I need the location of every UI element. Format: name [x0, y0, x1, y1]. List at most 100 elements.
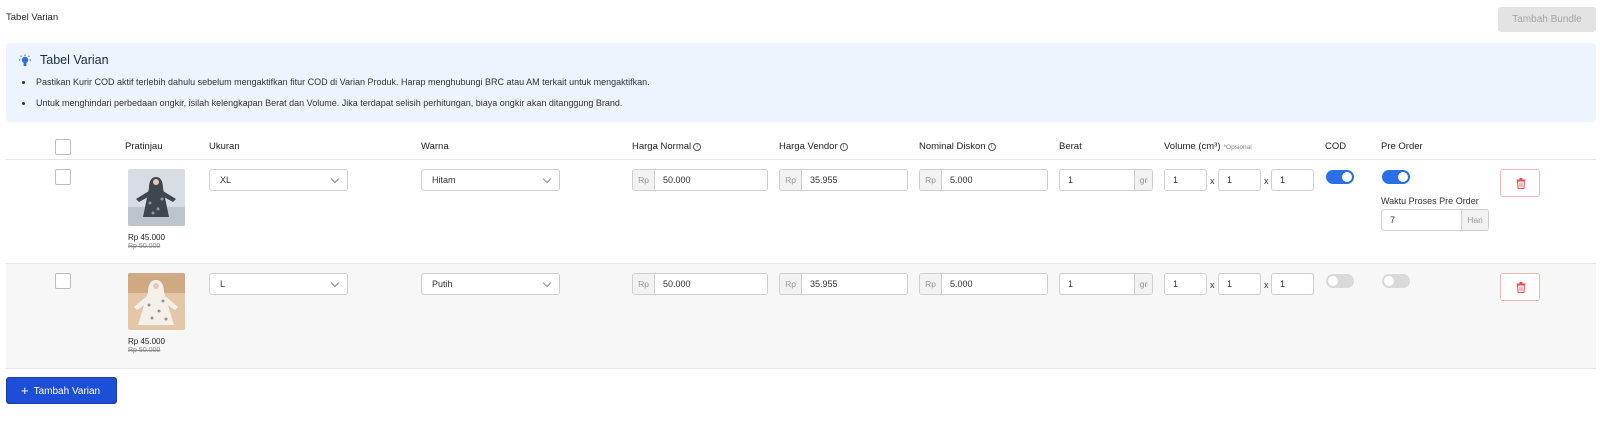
weight-unit: gr: [1134, 274, 1152, 294]
info-bullet: Untuk menghindari perbedaan ongkir, isil…: [22, 98, 650, 119]
table-header: Pratinjau Ukuran Warna Harga Normal i Har…: [6, 134, 1596, 160]
width-input[interactable]: 1: [1218, 169, 1261, 191]
column-header-size: Ukuran: [209, 141, 240, 152]
size-select-value: XL: [220, 175, 232, 185]
currency-prefix: Rp: [780, 170, 802, 190]
add-variant-label: Tambah Varian: [33, 386, 101, 397]
pre-order-days-unit: Hari: [1462, 210, 1488, 230]
discount-input[interactable]: Rp 5.000: [919, 169, 1048, 191]
weight-value[interactable]: 1: [1060, 274, 1134, 294]
column-header-discount: Nominal Diskon i: [919, 141, 996, 152]
dimension-separator: x: [1210, 280, 1215, 290]
vendor-price-input[interactable]: Rp 35.955: [779, 169, 908, 191]
column-header-volume: Volume (cm³) *Opsional: [1164, 141, 1252, 152]
add-variant-button[interactable]: + Tambah Varian: [6, 377, 117, 404]
trash-icon: [1516, 282, 1526, 293]
normal-price-input[interactable]: Rp 50.000: [632, 273, 768, 295]
variant-price: Rp 45.000: [128, 233, 165, 242]
discount-input[interactable]: Rp 5.000: [919, 273, 1048, 295]
info-icon[interactable]: i: [987, 143, 996, 151]
width-input[interactable]: 1: [1218, 273, 1261, 295]
pre-order-time-label: Waktu Proses Pre Order: [1381, 196, 1479, 206]
toggle-knob: [1384, 276, 1394, 286]
variant-price-original: Rp 50.000: [128, 347, 161, 354]
normal-price-value[interactable]: 50.000: [655, 170, 767, 190]
column-header-color: Warna: [421, 141, 449, 152]
normal-price-value[interactable]: 50.000: [655, 274, 767, 294]
length-input[interactable]: 1: [1164, 273, 1207, 295]
weight-input[interactable]: 1 gr: [1059, 273, 1153, 295]
column-header-volume-label: Volume (cm³): [1164, 141, 1221, 152]
weight-input[interactable]: 1 gr: [1059, 169, 1153, 191]
chevron-down-icon: [330, 278, 340, 288]
column-header-pre-order: Pre Order: [1381, 141, 1423, 152]
row-checkbox[interactable]: [55, 169, 71, 185]
chevron-down-icon: [542, 278, 552, 288]
info-notice: Tabel Varian Pastikan Kurir COD aktif te…: [6, 43, 1596, 122]
column-header-weight: Berat: [1059, 141, 1082, 152]
size-select[interactable]: XL: [209, 169, 348, 191]
dimension-separator: x: [1264, 176, 1269, 186]
table-row: Rp 45.000 Rp 50.000 XL Hitam Rp 50.000 Rp…: [6, 160, 1596, 264]
currency-prefix: Rp: [920, 274, 942, 294]
column-header-normal-price-label: Harga Normal: [632, 141, 692, 152]
delete-variant-button[interactable]: [1500, 169, 1540, 197]
chevron-down-icon: [330, 174, 340, 184]
cod-toggle[interactable]: [1326, 274, 1354, 288]
toggle-knob: [1398, 172, 1408, 182]
info-icon[interactable]: i: [839, 143, 848, 151]
info-list: Pastikan Kurir COD aktif terlebih dahulu…: [22, 77, 650, 119]
delete-variant-button[interactable]: [1500, 273, 1540, 301]
discount-value[interactable]: 5.000: [942, 170, 1047, 190]
add-bundle-button[interactable]: Tambah Bundle: [1498, 7, 1596, 32]
info-bullet: Pastikan Kurir COD aktif terlebih dahulu…: [22, 77, 650, 98]
info-title: Tabel Varian: [40, 53, 109, 67]
column-header-vendor-price: Harga Vendor i: [779, 141, 848, 152]
column-header-normal-price: Harga Normal i: [632, 141, 702, 152]
color-select[interactable]: Hitam: [421, 169, 560, 191]
plus-icon: +: [21, 383, 29, 398]
dimension-separator: x: [1264, 280, 1269, 290]
row-checkbox[interactable]: [55, 273, 71, 289]
pre-order-toggle[interactable]: [1382, 170, 1410, 184]
optional-note: *Opsional: [1223, 144, 1252, 151]
page-title: Tabel Varian: [6, 12, 59, 23]
column-header-preview: Pratinjau: [125, 141, 163, 152]
pre-order-days-input[interactable]: 7 Hari: [1381, 209, 1489, 231]
color-select-value: Putih: [432, 279, 453, 289]
toggle-knob: [1342, 172, 1352, 182]
dimension-separator: x: [1210, 176, 1215, 186]
column-header-vendor-price-label: Harga Vendor: [779, 141, 838, 152]
pre-order-days-value[interactable]: 7: [1382, 210, 1462, 230]
trash-icon: [1516, 178, 1526, 189]
vendor-price-value[interactable]: 35.955: [802, 170, 907, 190]
variant-price-original: Rp 50.000: [128, 243, 161, 250]
discount-value[interactable]: 5.000: [942, 274, 1047, 294]
length-input[interactable]: 1: [1164, 169, 1207, 191]
normal-price-input[interactable]: Rp 50.000: [632, 169, 768, 191]
size-select[interactable]: L: [209, 273, 348, 295]
vendor-price-value[interactable]: 35.955: [802, 274, 907, 294]
product-thumbnail: [128, 273, 185, 330]
currency-prefix: Rp: [780, 274, 802, 294]
column-header-cod: COD: [1325, 141, 1347, 152]
height-input[interactable]: 1: [1271, 169, 1314, 191]
height-input[interactable]: 1: [1271, 273, 1314, 295]
select-all-checkbox[interactable]: [55, 139, 71, 155]
size-select-value: L: [220, 279, 226, 289]
color-select[interactable]: Putih: [421, 273, 560, 295]
product-thumbnail: [128, 169, 185, 226]
toggle-knob: [1328, 276, 1338, 286]
vendor-price-input[interactable]: Rp 35.955: [779, 273, 908, 295]
cod-toggle[interactable]: [1326, 170, 1354, 184]
weight-unit: gr: [1134, 170, 1152, 190]
chevron-down-icon: [542, 174, 552, 184]
currency-prefix: Rp: [633, 274, 655, 294]
pre-order-toggle[interactable]: [1382, 274, 1410, 288]
table-row: Rp 45.000 Rp 50.000 L Putih Rp 50.000 Rp 3…: [6, 264, 1596, 369]
currency-prefix: Rp: [920, 170, 942, 190]
info-icon[interactable]: i: [693, 143, 702, 151]
currency-prefix: Rp: [633, 170, 655, 190]
column-header-discount-label: Nominal Diskon: [919, 141, 986, 152]
weight-value[interactable]: 1: [1060, 170, 1134, 190]
